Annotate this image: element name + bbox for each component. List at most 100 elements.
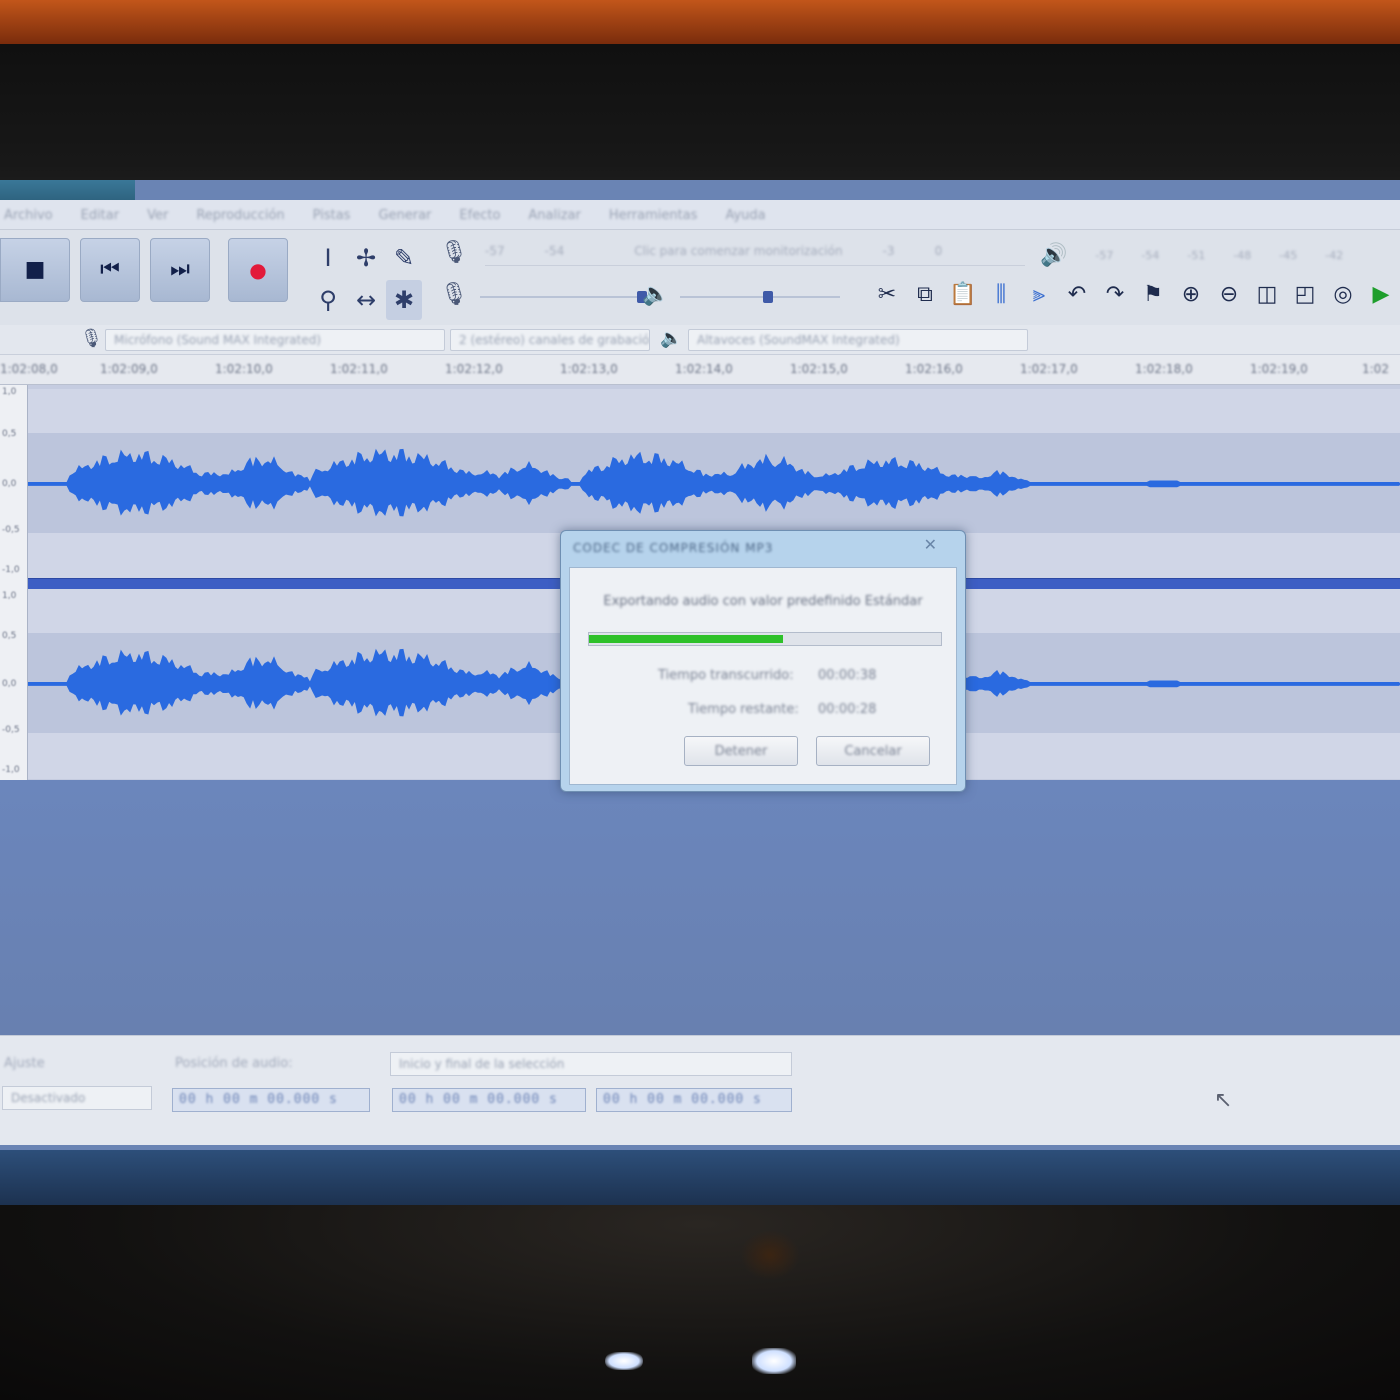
meter-toolbar: 🎙 -57 -54 Clic para comenzar monitorizac… <box>430 234 1030 322</box>
stop-icon: ■ <box>24 257 46 282</box>
draw-tool-icon[interactable]: ✎ <box>386 238 422 278</box>
scale-tick: -1,0 <box>2 565 20 575</box>
scale-tick: 1,0 <box>2 591 17 601</box>
menu-reproduccion[interactable]: Reproducción <box>196 208 284 223</box>
mouse-pointer-icon: ↖ <box>1214 1088 1233 1113</box>
menu-efecto[interactable]: Efecto <box>459 208 500 223</box>
zoom-in-icon[interactable]: ⊕ <box>1174 282 1208 307</box>
monitor-logo <box>740 1230 800 1280</box>
screen-bottom-edge <box>0 1150 1400 1210</box>
menu-editar[interactable]: Editar <box>81 208 120 223</box>
record-button[interactable]: ● <box>228 238 288 302</box>
copy-icon[interactable]: ⧉ <box>908 282 942 307</box>
undo-icon[interactable]: ↶ <box>1060 282 1094 307</box>
scale-tick: 0,5 <box>2 429 17 439</box>
monitor-led-left <box>605 1352 643 1370</box>
snap-label: Ajuste <box>4 1056 45 1071</box>
ruler-label: 1:02:16,0 <box>905 362 963 376</box>
background-wall <box>0 0 1400 44</box>
cancel-export-button[interactable]: Cancelar <box>816 736 930 766</box>
fit-project-icon[interactable]: ◰ <box>1288 282 1322 307</box>
ruler-label: 1:02:18,0 <box>1135 362 1193 376</box>
monitor-led-right <box>752 1348 796 1374</box>
menubar: Archivo Editar Ver Reproducción Pistas G… <box>0 200 1400 230</box>
selection-tool-icon[interactable]: I <box>310 238 346 278</box>
output-volume-knob[interactable] <box>763 291 773 303</box>
record-icon: ● <box>249 258 267 282</box>
export-progress-bar <box>588 632 942 646</box>
ruler-label: 1:02:08,0 <box>0 362 58 376</box>
elapsed-time-value: 00:00:38 <box>818 668 877 683</box>
ruler-label: 1:02:09,0 <box>100 362 158 376</box>
remaining-time-label: Tiempo restante: <box>688 702 799 717</box>
skip-to-start-button[interactable]: ⏮ <box>80 238 140 302</box>
scale-tick: 0,0 <box>2 679 17 689</box>
meter-tick: -42 <box>1325 248 1344 262</box>
selection-mode-value: Inicio y final de la selección <box>399 1057 565 1071</box>
meter-tick: -48 <box>1233 248 1252 262</box>
stop-button[interactable]: ■ <box>0 238 70 302</box>
menu-archivo[interactable]: Archivo <box>4 208 53 223</box>
audio-position-field[interactable]: 00 h 00 m 00.000 s <box>172 1088 370 1112</box>
sync-lock-icon[interactable]: ⚑ <box>1136 282 1170 307</box>
input-volume-slider[interactable] <box>480 291 650 303</box>
fit-selection-icon[interactable]: ◫ <box>1250 282 1284 307</box>
cut-icon[interactable]: ✂ <box>870 282 904 307</box>
meter-tick: -51 <box>1187 248 1206 262</box>
output-device-select[interactable]: Altavoces (SoundMAX Integrated) <box>688 329 1028 351</box>
zoom-out-icon[interactable]: ⊖ <box>1212 282 1246 307</box>
meter-tick: -57 <box>1095 248 1114 262</box>
menu-generar[interactable]: Generar <box>378 208 431 223</box>
ruler-label: 1:02:12,0 <box>445 362 503 376</box>
scale-tick: 0,0 <box>2 479 17 489</box>
scale-tick: -1,0 <box>2 765 20 775</box>
menu-ayuda[interactable]: Ayuda <box>725 208 765 223</box>
ruler-label: 1:02:10,0 <box>215 362 273 376</box>
snap-select[interactable]: Desactivado <box>2 1086 152 1110</box>
meter-tick: -54 <box>1141 248 1160 262</box>
selection-toolbar: Ajuste Desactivado Posición de audio: 00… <box>0 1035 1400 1145</box>
skip-end-icon: ⏭ <box>170 257 190 282</box>
channels-value: 2 (estéreo) canales de grabación <box>459 333 650 347</box>
selection-start-value: 00 h 00 m 00.000 s <box>399 1092 558 1107</box>
selection-mode-select[interactable]: Inicio y final de la selección <box>390 1052 792 1076</box>
track-vertical-scale: 1,0 0,5 0,0 -0,5 -1,0 1,0 0,5 0,0 -0,5 -… <box>0 385 28 780</box>
input-device-value: Micrófono (Sound MAX Integrated) <box>114 333 322 347</box>
menu-pistas[interactable]: Pistas <box>313 208 351 223</box>
close-icon[interactable]: ✕ <box>924 535 937 554</box>
menu-ver[interactable]: Ver <box>147 208 168 223</box>
skip-to-end-button[interactable]: ⏭ <box>150 238 210 302</box>
empty-track-area[interactable] <box>0 780 1400 1035</box>
redo-icon[interactable]: ↷ <box>1098 282 1132 307</box>
timeline-ruler[interactable]: 1:02:08,0 1:02:09,0 1:02:10,0 1:02:11,0 … <box>0 355 1400 385</box>
device-toolbar: 🎙 Micrófono (Sound MAX Integrated) 2 (es… <box>0 325 1400 355</box>
paste-icon[interactable]: 📋 <box>946 282 980 307</box>
elapsed-time-label: Tiempo transcurrido: <box>658 668 794 683</box>
meter-tick: 0 <box>934 244 943 258</box>
menu-analizar[interactable]: Analizar <box>528 208 580 223</box>
output-volume-slider[interactable] <box>680 291 840 303</box>
remaining-time-value: 00:00:28 <box>818 702 877 717</box>
scale-tick: -0,5 <box>2 725 20 735</box>
play-at-speed-icon[interactable]: ▶ <box>1364 282 1398 307</box>
channels-select[interactable]: 2 (estéreo) canales de grabación <box>450 329 650 351</box>
ruler-label: 1:02:11,0 <box>330 362 388 376</box>
selection-end-field[interactable]: 00 h 00 m 00.000 s <box>596 1088 792 1112</box>
scale-tick: 0,5 <box>2 631 17 641</box>
ruler-label: 1:02:19,0 <box>1250 362 1308 376</box>
silence-icon[interactable]: ⫸ <box>1022 282 1056 307</box>
zoom-tool-icon[interactable]: ⚲ <box>310 280 346 320</box>
multi-tool-icon[interactable]: ✱ <box>386 280 422 320</box>
timeshift-tool-icon[interactable]: ↔ <box>348 280 384 320</box>
trim-icon[interactable]: ⫼ <box>984 282 1018 307</box>
audio-position-label: Posición de audio: <box>175 1056 293 1071</box>
menu-herramientas[interactable]: Herramientas <box>609 208 698 223</box>
selection-start-field[interactable]: 00 h 00 m 00.000 s <box>392 1088 586 1112</box>
recording-meter[interactable]: -57 -54 Clic para comenzar monitorizació… <box>485 244 1025 266</box>
stop-export-button[interactable]: Detener <box>684 736 798 766</box>
envelope-tool-icon[interactable]: ✢ <box>348 238 384 278</box>
export-progress-fill <box>589 635 783 643</box>
input-device-select[interactable]: Micrófono (Sound MAX Integrated) <box>105 329 445 351</box>
zoom-toggle-icon[interactable]: ◎ <box>1326 282 1360 307</box>
playback-meter[interactable]: 🔊 -57 -54 -51 -48 -45 -42 <box>1040 240 1400 270</box>
